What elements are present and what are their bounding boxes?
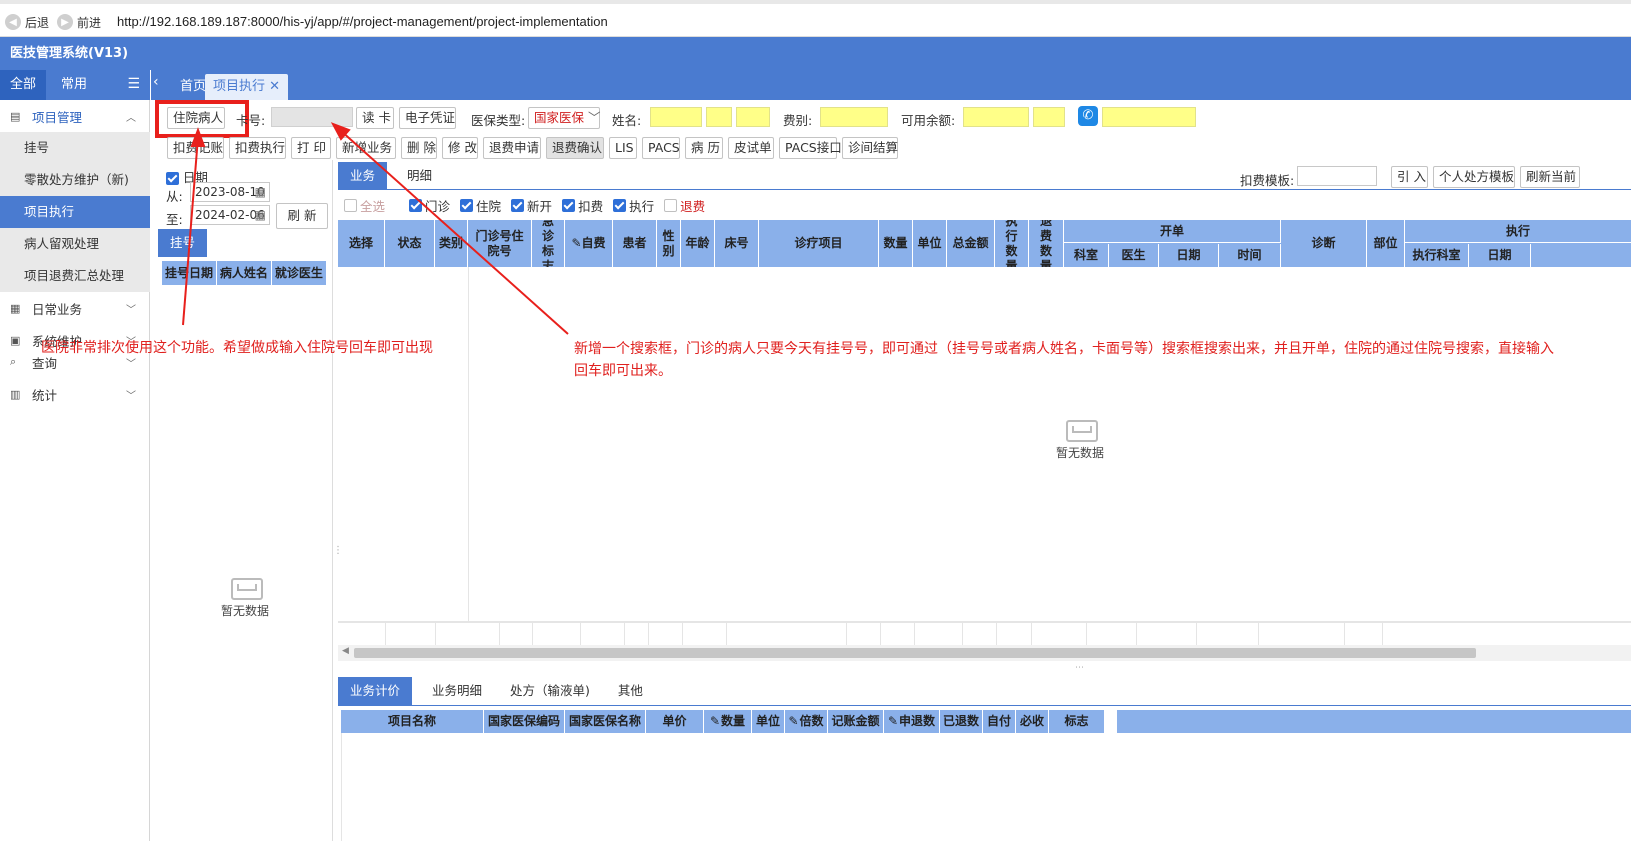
arrow-head-1 bbox=[190, 127, 206, 147]
annotation-note-2: 新增一个搜索框，门诊的病人只要今天有挂号号，即可通过（挂号号或者病人姓名，卡面号… bbox=[574, 340, 1554, 378]
annotation-arrows bbox=[182, 122, 569, 335]
annotation-note-1: 医院非常排次使用这个功能。希望做成输入住院号回车即可出现 bbox=[41, 339, 433, 355]
arrow-line-1 bbox=[182, 136, 199, 326]
arrow-line-2 bbox=[339, 129, 569, 335]
